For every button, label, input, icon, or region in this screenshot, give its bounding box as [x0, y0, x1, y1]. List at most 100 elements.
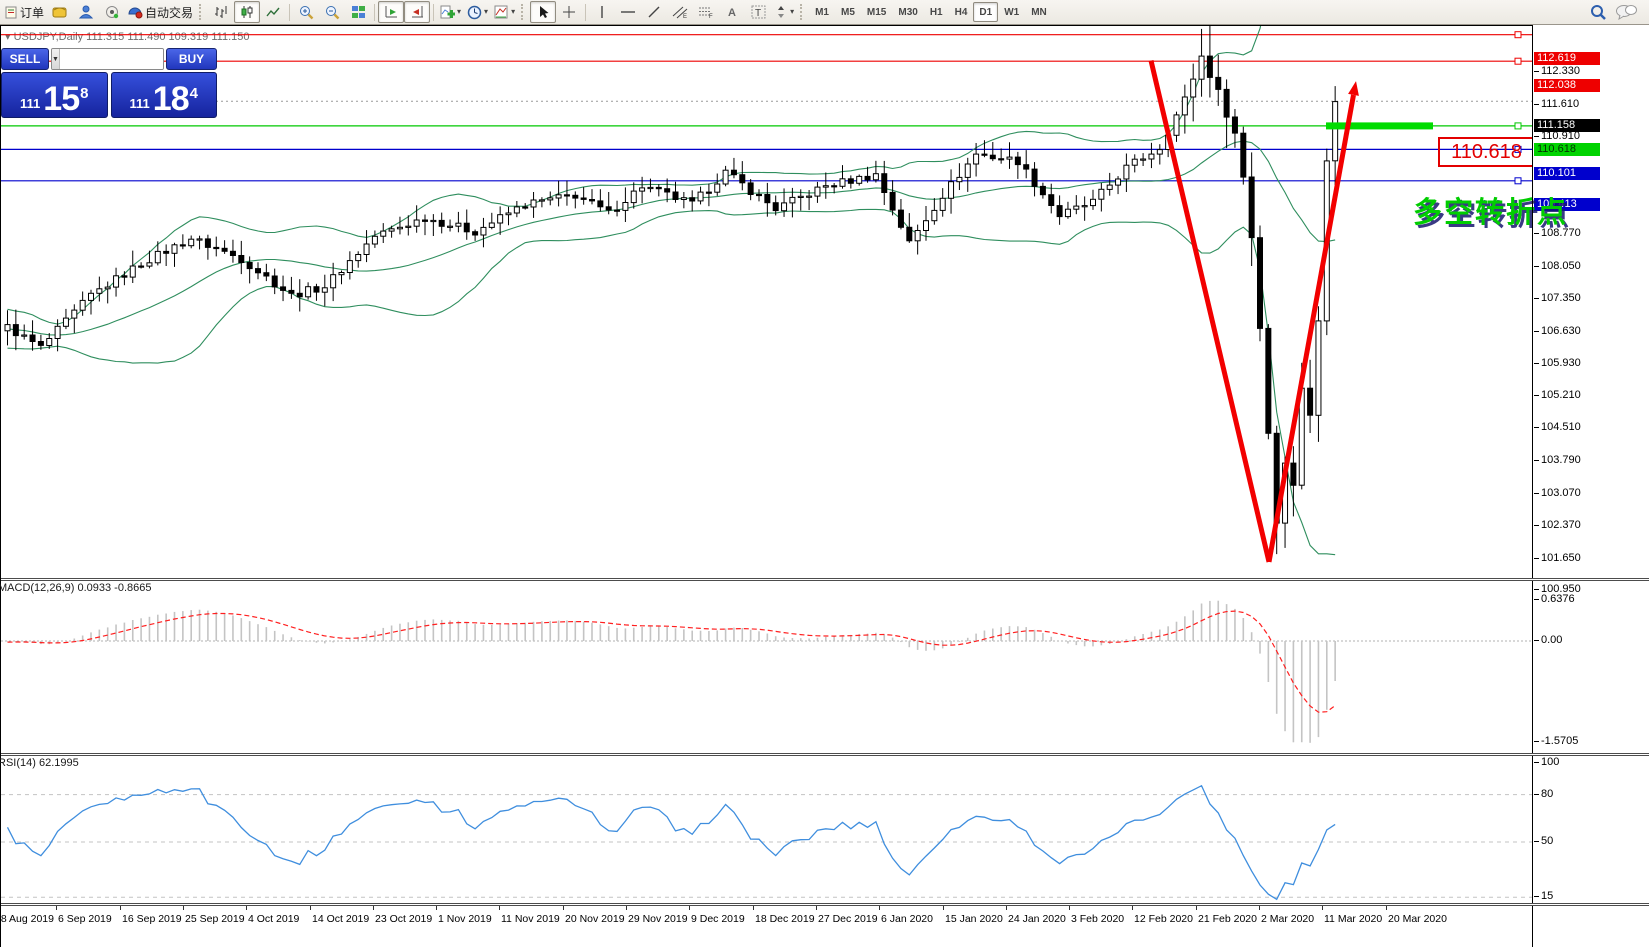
date-label: 12 Feb 2020 [1134, 913, 1193, 925]
price-axis[interactable]: 112.330 111.610 110.910 108.770 108.050 107.3… [1533, 25, 1649, 947]
search-icon[interactable] [1590, 4, 1607, 21]
toolbar-grip [521, 4, 527, 20]
rsi-axis-label: 100 [1533, 756, 1560, 768]
candle [881, 173, 888, 193]
shapes-button[interactable]: ▾ [771, 1, 797, 23]
tile-windows-icon [351, 6, 365, 18]
community-button[interactable] [73, 1, 99, 23]
candle [655, 186, 662, 190]
macd-signal-line [7, 610, 1336, 713]
lot-decrease-button[interactable]: ▼ [52, 49, 60, 69]
price-level-callout[interactable]: 110.618 [1438, 137, 1535, 167]
candle [956, 176, 963, 183]
timeframe-W1[interactable]: W1 [998, 2, 1025, 22]
candle [1198, 55, 1205, 80]
text-icon: A [728, 7, 736, 19]
candle [580, 197, 587, 200]
price-axis-tick: 101.650 [1534, 552, 1581, 564]
horizontal-line-button[interactable] [615, 1, 641, 23]
sell-price-display[interactable]: 111 15 8 [1, 72, 108, 118]
toolbar-separator [374, 3, 376, 21]
price-axis-badge: 110.101 [1534, 167, 1600, 180]
equidistant-channel-button[interactable]: E [667, 1, 693, 23]
lot-size-stepper: ▼ ▲ [51, 48, 164, 70]
candle [1315, 320, 1322, 416]
candle [989, 154, 996, 160]
candle [71, 309, 78, 319]
chart-shift-button[interactable] [404, 1, 431, 23]
timeframe-H1[interactable]: H1 [924, 2, 949, 22]
history-center-button[interactable] [47, 1, 73, 23]
lot-size-input[interactable] [59, 49, 163, 69]
pane-splitter[interactable] [1, 903, 1649, 906]
price-axis-tick: 106.630 [1534, 325, 1581, 337]
signal-button[interactable] [99, 1, 125, 23]
pane-splitter[interactable] [1, 578, 1649, 581]
bar-chart-button[interactable] [208, 1, 234, 23]
hline-handle [1514, 122, 1522, 130]
indicators-button[interactable]: ▾ [437, 1, 464, 23]
candle [964, 163, 971, 178]
fibonacci-button[interactable]: F [693, 1, 719, 23]
timeframe-M30[interactable]: M30 [892, 2, 923, 22]
crosshair-button[interactable] [556, 1, 582, 23]
text-button[interactable]: A [719, 1, 745, 23]
periods-button[interactable]: ▾ [464, 1, 491, 23]
date-label: 15 Jan 2020 [945, 913, 1003, 925]
candle [463, 222, 470, 233]
candlestick-button[interactable] [234, 1, 261, 23]
zoom-out-button[interactable] [319, 1, 345, 23]
rsi-label: RSI(14) 62.1995 [0, 757, 79, 769]
timeframe-H4[interactable]: H4 [949, 2, 974, 22]
timeframe-MN[interactable]: MN [1025, 2, 1053, 22]
candle [405, 225, 412, 228]
candle [764, 194, 771, 204]
rsi-pane[interactable]: RSI(14) 62.1995 [0, 755, 1532, 903]
auto-scroll-button[interactable] [378, 1, 405, 23]
buy-button[interactable]: BUY [166, 48, 217, 70]
sell-button[interactable]: SELL [1, 48, 49, 70]
trendline-button[interactable] [641, 1, 667, 23]
timeframe-M15[interactable]: M15 [861, 2, 892, 22]
date-axis[interactable]: 28 Aug 2019 6 Sep 2019 16 Sep 2019 25 Sep 2… [0, 905, 1649, 947]
text-label-button[interactable]: T [745, 1, 771, 23]
candle [1231, 116, 1238, 134]
date-label: 4 Oct 2019 [248, 913, 300, 925]
candle [889, 191, 896, 211]
tile-windows-button[interactable] [345, 1, 371, 23]
timeframe-D1[interactable]: D1 [973, 2, 999, 22]
date-label: 28 Aug 2019 [0, 913, 54, 925]
timeframe-M5[interactable]: M5 [835, 2, 861, 22]
date-label: 25 Sep 2019 [185, 913, 245, 925]
chart-shift-icon [411, 6, 423, 18]
candle [371, 235, 378, 245]
price-chart-canvas[interactable] [1, 26, 1532, 579]
chat-icon[interactable] [1615, 4, 1637, 20]
bollinger-lower [7, 208, 1336, 556]
price-pane[interactable]: ▾ USDJPY,Daily 111.315 111.490 109.319 1… [1, 25, 1566, 579]
candle [1064, 208, 1071, 218]
zoom-in-button[interactable] [293, 1, 319, 23]
candle [447, 225, 454, 228]
autotrade-button[interactable]: 自动交易 [125, 1, 196, 23]
macd-pane[interactable]: MACD(12,26,9) 0.0933 -0.8665 [0, 580, 1532, 753]
candle [12, 324, 19, 337]
buy-price-display[interactable]: 111 18 4 [110, 72, 217, 118]
new-order-button[interactable]: 订单 [2, 1, 47, 23]
candle [722, 169, 729, 185]
candle [146, 262, 153, 267]
line-chart-button[interactable] [260, 1, 286, 23]
templates-button[interactable]: ▾ [491, 1, 518, 23]
candle [21, 334, 28, 337]
vertical-line-button[interactable] [589, 1, 615, 23]
candle [814, 186, 821, 197]
timeframe-M1[interactable]: M1 [809, 2, 835, 22]
price-axis-badge: 112.619 [1534, 52, 1600, 65]
candle [739, 174, 746, 184]
candle [430, 219, 437, 223]
hline-handle [1514, 31, 1522, 39]
dropdown-caret: ▾ [511, 7, 516, 16]
pane-splitter[interactable] [1, 753, 1649, 756]
turning-point-annotation[interactable]: 多空转折点 [1413, 189, 1568, 231]
cursor-button[interactable] [530, 1, 557, 23]
